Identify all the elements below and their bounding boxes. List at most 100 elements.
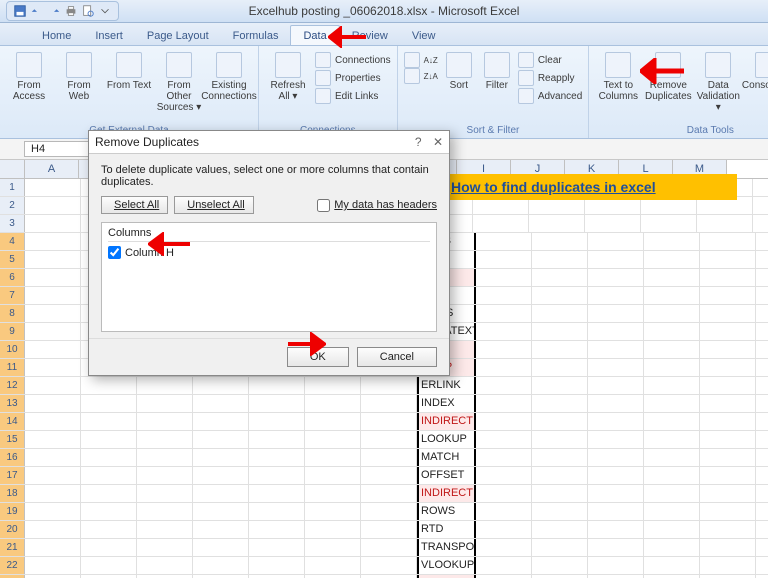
cell[interactable] xyxy=(644,359,700,376)
cell[interactable] xyxy=(25,233,81,250)
from-web-button[interactable]: From Web xyxy=(56,50,102,102)
cell[interactable] xyxy=(193,539,249,556)
print-preview-icon[interactable] xyxy=(81,4,95,18)
cell[interactable] xyxy=(700,449,756,466)
cell[interactable] xyxy=(644,413,700,430)
cell[interactable] xyxy=(249,521,305,538)
cell[interactable] xyxy=(476,323,532,340)
cell[interactable] xyxy=(361,449,417,466)
checkbox-input[interactable] xyxy=(108,246,121,259)
cell[interactable] xyxy=(529,215,585,232)
sort-za-button[interactable]: Z↓A xyxy=(404,68,438,84)
cell[interactable] xyxy=(641,215,697,232)
cell[interactable] xyxy=(532,323,588,340)
cell[interactable] xyxy=(476,305,532,322)
row-header[interactable]: 11 xyxy=(0,359,25,376)
select-all-button[interactable]: Select All xyxy=(101,196,168,214)
cell[interactable] xyxy=(249,377,305,394)
cell[interactable] xyxy=(305,539,361,556)
row-header[interactable]: 6 xyxy=(0,269,25,286)
row-header[interactable]: 22 xyxy=(0,557,25,574)
cell[interactable] xyxy=(25,269,81,286)
cell[interactable] xyxy=(644,467,700,484)
row-header[interactable]: 15 xyxy=(0,431,25,448)
cell[interactable] xyxy=(25,251,81,268)
cell[interactable] xyxy=(25,395,81,412)
cell[interactable] xyxy=(249,413,305,430)
cell[interactable] xyxy=(25,305,81,322)
row-header[interactable]: 12 xyxy=(0,377,25,394)
cell[interactable] xyxy=(476,251,532,268)
row-header[interactable]: 17 xyxy=(0,467,25,484)
cell[interactable] xyxy=(476,467,532,484)
cell[interactable] xyxy=(305,557,361,574)
cell[interactable] xyxy=(193,449,249,466)
cell[interactable]: INDEX xyxy=(417,395,476,412)
cell[interactable] xyxy=(305,503,361,520)
cell[interactable]: RTD xyxy=(417,521,476,538)
cell[interactable] xyxy=(476,395,532,412)
sort-button[interactable]: Sort xyxy=(442,50,476,91)
cell[interactable] xyxy=(476,233,532,250)
cell[interactable] xyxy=(700,395,756,412)
cell[interactable]: LOOKUP xyxy=(417,431,476,448)
cell[interactable] xyxy=(588,539,644,556)
cell[interactable] xyxy=(137,485,193,502)
cell[interactable] xyxy=(81,467,137,484)
row-header[interactable]: 14 xyxy=(0,413,25,430)
cell[interactable] xyxy=(193,413,249,430)
cell[interactable] xyxy=(700,359,756,376)
row-header[interactable]: 2 xyxy=(0,197,25,214)
cell[interactable] xyxy=(644,431,700,448)
row-header[interactable]: 3 xyxy=(0,215,25,232)
cell[interactable] xyxy=(25,377,81,394)
cell[interactable] xyxy=(588,503,644,520)
cell[interactable] xyxy=(588,413,644,430)
cell[interactable]: ERLINK xyxy=(417,377,476,394)
cell[interactable] xyxy=(532,287,588,304)
cell[interactable] xyxy=(249,485,305,502)
cell[interactable] xyxy=(588,557,644,574)
cell[interactable] xyxy=(25,467,81,484)
cell[interactable] xyxy=(476,449,532,466)
cell[interactable] xyxy=(644,269,700,286)
row-header[interactable]: 18 xyxy=(0,485,25,502)
cell[interactable] xyxy=(532,305,588,322)
cell[interactable] xyxy=(25,413,81,430)
cell[interactable] xyxy=(476,269,532,286)
cell[interactable] xyxy=(193,431,249,448)
cell[interactable] xyxy=(476,341,532,358)
cell[interactable] xyxy=(476,413,532,430)
cell[interactable] xyxy=(588,467,644,484)
cell[interactable]: TRANSPOSE xyxy=(417,539,476,556)
save-icon[interactable] xyxy=(13,4,27,18)
cell[interactable] xyxy=(644,503,700,520)
cell[interactable]: VLOOKUP xyxy=(417,557,476,574)
cell[interactable] xyxy=(249,557,305,574)
cell[interactable] xyxy=(305,467,361,484)
cell[interactable] xyxy=(305,395,361,412)
cell[interactable] xyxy=(644,485,700,502)
cell[interactable] xyxy=(700,323,756,340)
cell[interactable] xyxy=(81,377,137,394)
cell[interactable] xyxy=(81,431,137,448)
cell[interactable] xyxy=(137,413,193,430)
undo-icon[interactable] xyxy=(30,4,44,18)
cell[interactable] xyxy=(249,467,305,484)
cell[interactable] xyxy=(361,557,417,574)
cell[interactable]: INDIRECT xyxy=(417,485,476,502)
cell[interactable]: ROWS xyxy=(417,503,476,520)
cell[interactable] xyxy=(700,251,756,268)
row-header[interactable]: 13 xyxy=(0,395,25,412)
cell[interactable] xyxy=(137,467,193,484)
cell[interactable] xyxy=(361,503,417,520)
row-header[interactable]: 21 xyxy=(0,539,25,556)
cell[interactable] xyxy=(644,539,700,556)
row-header[interactable]: 5 xyxy=(0,251,25,268)
existing-connections-button[interactable]: Existing Connections xyxy=(206,50,252,102)
cell[interactable] xyxy=(81,503,137,520)
close-icon[interactable]: ✕ xyxy=(433,135,443,149)
cell[interactable] xyxy=(476,485,532,502)
from-access-button[interactable]: From Access xyxy=(6,50,52,102)
cell[interactable] xyxy=(588,521,644,538)
